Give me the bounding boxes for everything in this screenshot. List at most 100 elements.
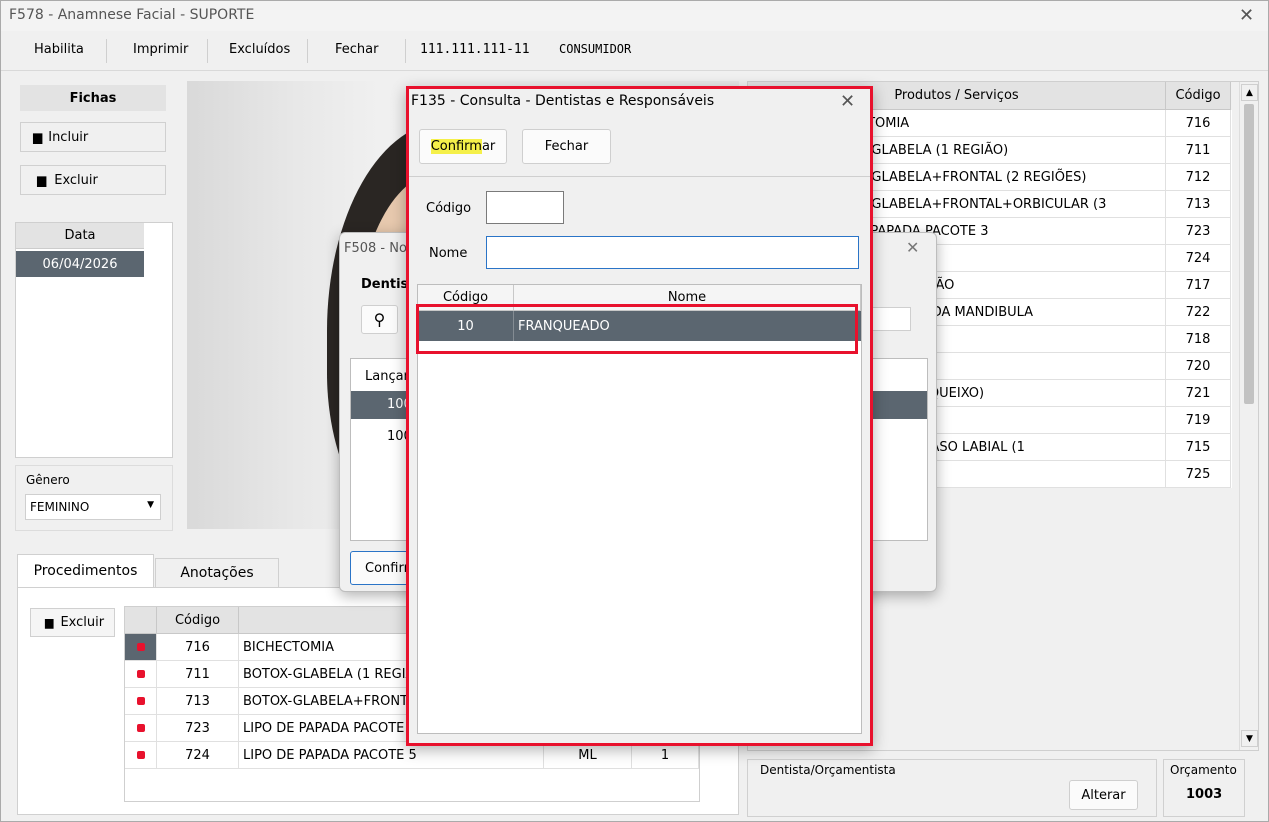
orcamento-value: 1003 xyxy=(1186,787,1223,802)
produto-codigo: 717 xyxy=(1166,272,1231,299)
row-quantidade: 1 xyxy=(632,742,699,769)
f135-title: F135 - Consulta - Dentistas e Responsáve… xyxy=(411,93,715,109)
patient-code: 111.111.111-11 xyxy=(420,42,530,57)
row-status xyxy=(125,742,157,769)
produto-codigo: 715 xyxy=(1166,434,1231,461)
menu-divider xyxy=(405,39,406,63)
fichas-panel: Fichas ▆ Incluir ▆ Excluir xyxy=(18,81,170,211)
f135-dialog: F135 - Consulta - Dentistas e Responsáve… xyxy=(406,86,873,746)
genero-select[interactable]: FEMININO ▼ xyxy=(25,494,161,520)
produtos-header-codigo: Código xyxy=(1166,82,1231,110)
f508-title: F508 - No xyxy=(344,241,407,256)
excluir-label: Excluir xyxy=(54,172,98,188)
dentista-group: Dentista/Orçamentista Alterar xyxy=(747,759,1157,817)
f135-codigo-input[interactable] xyxy=(486,191,564,224)
table-row[interactable]: 724 LIPO DE PAPADA PACOTE 5 ML 1 xyxy=(125,742,699,769)
status-dot-icon xyxy=(136,643,145,651)
scroll-thumb[interactable] xyxy=(1244,104,1254,404)
row-status xyxy=(125,634,157,661)
status-dot-icon xyxy=(136,697,145,705)
status-dot-icon xyxy=(136,751,145,759)
f508-field[interactable] xyxy=(870,307,911,331)
patient-name: CONSUMIDOR xyxy=(559,42,632,56)
genero-group: Gênero FEMININO ▼ xyxy=(15,465,173,531)
row-status xyxy=(125,661,157,688)
menu-fechar[interactable]: Fechar xyxy=(335,42,378,57)
menu-divider xyxy=(207,39,208,63)
f135-confirmar-button[interactable]: Confirm ar xyxy=(419,129,507,164)
row-codigo: 724 xyxy=(157,742,239,769)
table-header-codigo: Código xyxy=(157,607,239,634)
data-row-selected[interactable]: 06/04/2026 xyxy=(16,251,144,277)
row-unidade: ML xyxy=(544,742,632,769)
dentista-label: Dentista/Orçamentista xyxy=(760,763,896,777)
scroll-down-icon[interactable]: ▼ xyxy=(1241,730,1258,747)
menu-habilita[interactable]: Habilita xyxy=(34,42,84,57)
produto-codigo: 724 xyxy=(1166,245,1231,272)
f508-dentis-label: Dentis xyxy=(361,277,409,292)
menu-excluidos[interactable]: Excluídos xyxy=(229,42,290,57)
f135-confirmar-rest: ar xyxy=(481,139,496,154)
row-codigo: 711 xyxy=(157,661,239,688)
tab-procedimentos[interactable]: Procedimentos xyxy=(17,554,154,587)
f135-confirmar-highlight: Confirm xyxy=(430,139,482,154)
produto-codigo: 713 xyxy=(1166,191,1231,218)
main-window: F578 - Anamnese Facial - SUPORTE ✕ Habil… xyxy=(0,0,1269,822)
tab-anotacoes[interactable]: Anotações xyxy=(155,558,279,587)
f508-search-button[interactable]: ⚲ xyxy=(361,305,398,334)
produto-codigo: 718 xyxy=(1166,326,1231,353)
table-header-blank xyxy=(125,607,157,634)
excluir-button[interactable]: ▆ Excluir xyxy=(20,165,166,195)
row-codigo: 723 xyxy=(157,715,239,742)
window-title: F578 - Anamnese Facial - SUPORTE xyxy=(9,7,255,23)
produto-codigo: 720 xyxy=(1166,353,1231,380)
f135-nome-input[interactable] xyxy=(486,236,859,269)
f135-divider xyxy=(409,176,870,177)
produto-codigo: 712 xyxy=(1166,164,1231,191)
status-dot-icon xyxy=(136,670,145,678)
f135-codigo-label: Código xyxy=(426,201,472,216)
scroll-up-icon[interactable]: ▲ xyxy=(1241,84,1258,101)
fichas-header: Fichas xyxy=(20,85,166,111)
row-produto: LIPO DE PAPADA PACOTE 5 xyxy=(239,742,544,769)
search-icon: ⚲ xyxy=(373,310,386,329)
orcamento-group: Orçamento 1003 xyxy=(1163,759,1245,817)
incluir-button[interactable]: ▆ Incluir xyxy=(20,122,166,152)
produto-codigo: 723 xyxy=(1166,218,1231,245)
row-codigo: 716 xyxy=(157,634,239,661)
status-dot-icon xyxy=(136,724,145,732)
orcamento-label: Orçamento xyxy=(1170,763,1237,777)
menu-bar: Habilita Imprimir Excluídos Fechar 111.1… xyxy=(1,31,1268,71)
proc-excluir-button[interactable]: ▆ Excluir xyxy=(30,608,115,637)
row-codigo: 713 xyxy=(157,688,239,715)
f135-fechar-button[interactable]: Fechar xyxy=(522,129,611,164)
menu-imprimir[interactable]: Imprimir xyxy=(133,42,188,57)
menu-divider xyxy=(106,39,107,63)
menu-divider xyxy=(307,39,308,63)
incluir-label: Incluir xyxy=(48,129,89,145)
close-icon[interactable]: ✕ xyxy=(1239,7,1254,25)
trash-icon: ▆ xyxy=(37,173,47,187)
proc-excluir-label: Excluir xyxy=(60,615,105,630)
f135-nome-label: Nome xyxy=(429,246,468,261)
f508-close-icon[interactable]: ✕ xyxy=(906,239,919,257)
data-list: Data 06/04/2026 xyxy=(15,222,173,458)
data-header: Data xyxy=(16,223,144,249)
add-record-icon: ▆ xyxy=(33,130,43,144)
produto-codigo: 722 xyxy=(1166,299,1231,326)
produto-codigo: 716 xyxy=(1166,110,1231,137)
produto-codigo: 719 xyxy=(1166,407,1231,434)
f135-row-highlight-box xyxy=(416,304,858,354)
row-status xyxy=(125,688,157,715)
f135-close-icon[interactable]: ✕ xyxy=(840,93,855,111)
genero-value: FEMININO xyxy=(30,500,90,514)
produto-codigo: 711 xyxy=(1166,137,1231,164)
title-bar: F578 - Anamnese Facial - SUPORTE ✕ xyxy=(1,1,1268,31)
produto-codigo: 725 xyxy=(1166,461,1231,488)
trash-icon: ▆ xyxy=(45,616,54,629)
chevron-down-icon: ▼ xyxy=(147,500,154,510)
produto-codigo: 721 xyxy=(1166,380,1231,407)
alterar-button[interactable]: Alterar xyxy=(1069,780,1138,810)
row-status xyxy=(125,715,157,742)
produtos-scrollbar[interactable]: ▲ ▼ xyxy=(1239,82,1258,750)
